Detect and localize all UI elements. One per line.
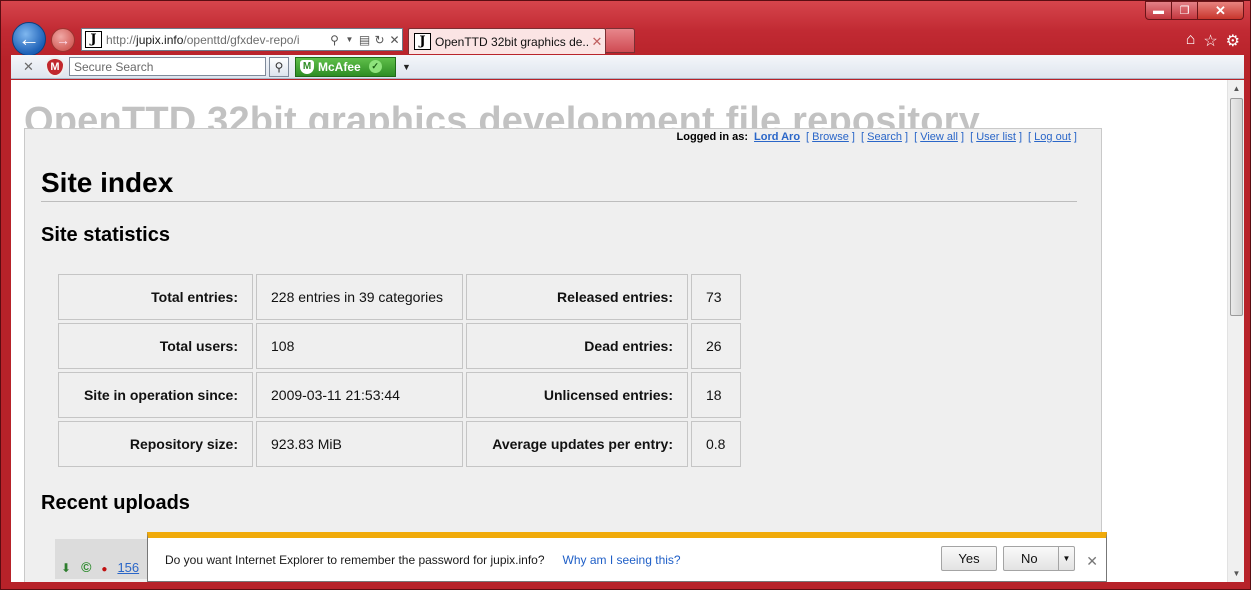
stop-icon[interactable]: ✕: [387, 33, 402, 47]
url-scheme: http://: [106, 32, 137, 47]
stat-value: 228 entries in 39 categories: [256, 274, 463, 320]
search-button[interactable]: ⚲: [269, 56, 289, 77]
browser-command-icons: ⌂ ☆ ⚙: [1186, 31, 1240, 51]
stats-table: Total entries: 228 entries in 39 categor…: [55, 271, 744, 470]
stat-label: Released entries:: [466, 274, 688, 320]
yes-button[interactable]: Yes: [941, 546, 997, 571]
stat-label: Total entries:: [58, 274, 253, 320]
tab-favicon-icon: J: [414, 33, 431, 50]
stat-label: Unlicensed entries:: [466, 372, 688, 418]
dropdown-arrow-icon[interactable]: ▼: [342, 35, 357, 44]
forward-arrow-icon: →: [56, 32, 70, 48]
new-tab-button[interactable]: [606, 28, 635, 53]
notification-buttons: Yes No ▼: [941, 546, 1075, 571]
download-icon[interactable]: ⬇: [61, 561, 71, 575]
compatibility-view-icon[interactable]: ▤: [357, 33, 372, 47]
address-bar[interactable]: J http://jupix.info/openttd/gfxdev-repo/…: [81, 28, 403, 51]
tab-active[interactable]: J OpenTTD 32bit graphics de... ✕: [408, 28, 606, 54]
mcafee-shield-icon: M: [300, 59, 314, 74]
stat-label: Site in operation since:: [58, 372, 253, 418]
stat-label: Repository size:: [58, 421, 253, 467]
page-heading: Site index: [41, 167, 174, 198]
nav-search-link[interactable]: [ Search ]: [861, 131, 908, 143]
address-url[interactable]: http://jupix.info/openttd/gfxdev-repo/i: [106, 33, 327, 47]
mcafee-label: McAfee: [318, 59, 361, 74]
stats-heading: Site statistics: [41, 224, 170, 246]
maximize-button[interactable]: ❐: [1172, 1, 1198, 20]
stat-label: Dead entries:: [466, 323, 688, 369]
username-link[interactable]: Lord Aro: [754, 131, 800, 143]
no-label: No: [1021, 551, 1038, 566]
mcafee-dropdown-icon[interactable]: ▼: [402, 62, 411, 72]
table-row: Total entries: 228 entries in 39 categor…: [58, 274, 741, 320]
stat-value: 108: [256, 323, 463, 369]
magnifier-icon: ⚲: [274, 59, 284, 74]
tools-gear-icon[interactable]: ⚙: [1226, 31, 1240, 51]
stat-value: 73: [691, 274, 741, 320]
stat-value: 26: [691, 323, 741, 369]
url-path: /openttd/gfxdev-repo/i: [183, 32, 300, 47]
stat-value: 923.83 MiB: [256, 421, 463, 467]
no-dropdown-icon[interactable]: ▼: [1058, 547, 1074, 570]
close-toolbar-icon[interactable]: ✕: [23, 59, 37, 75]
window-caption-buttons: ▬ ❐ ✕: [1145, 1, 1244, 20]
stat-value: 18: [691, 372, 741, 418]
url-host: jupix.info: [136, 32, 184, 47]
check-icon: ✓: [368, 60, 382, 73]
mcafee-toolbar: ✕ M Secure Search ⚲ M McAfee ✓ ▼: [11, 55, 1244, 79]
stat-label: Average updates per entry:: [466, 421, 688, 467]
vertical-scrollbar[interactable]: ▲ ▼: [1227, 80, 1244, 582]
recent-upload-link[interactable]: 156: [117, 560, 139, 575]
tab-title: OpenTTD 32bit graphics de...: [435, 34, 589, 49]
nav-user-list-link[interactable]: [ User list ]: [970, 131, 1022, 143]
search-icon[interactable]: ⚲: [327, 33, 342, 47]
user-bar: Logged in as: Lord Aro [ Browse ] [ Sear…: [677, 131, 1077, 143]
forward-button[interactable]: →: [51, 28, 75, 52]
browser-window: ▬ ❐ ✕ ← → J http://jupix.info/openttd/gf…: [0, 0, 1251, 590]
nav-log-out-link[interactable]: [ Log out ]: [1028, 131, 1077, 143]
logged-in-label: Logged in as:: [676, 131, 749, 143]
page-viewport: OpenTTD 32bit graphics development file …: [11, 80, 1244, 582]
back-arrow-icon: ←: [18, 26, 40, 51]
refresh-icon[interactable]: ↻: [372, 33, 387, 47]
stat-value: 0.8: [691, 421, 741, 467]
notification-message: Do you want Internet Explorer to remembe…: [165, 552, 545, 567]
minimize-button[interactable]: ▬: [1145, 1, 1172, 20]
nav-view-all-link[interactable]: [ View all ]: [914, 131, 964, 143]
no-button[interactable]: No ▼: [1003, 546, 1075, 571]
table-row: Total users: 108 Dead entries: 26: [58, 323, 741, 369]
site-favicon-icon: J: [85, 31, 102, 48]
mcafee-logo-icon[interactable]: M: [45, 56, 65, 77]
nav-browse-link[interactable]: [ Browse ]: [806, 131, 855, 143]
close-window-button[interactable]: ✕: [1198, 1, 1244, 20]
mcafee-button[interactable]: M McAfee ✓: [295, 56, 396, 77]
secure-search-input[interactable]: Secure Search: [69, 57, 266, 76]
recent-uploads-heading: Recent uploads: [41, 492, 190, 514]
back-button[interactable]: ←: [12, 22, 46, 56]
home-icon[interactable]: ⌂: [1186, 31, 1196, 51]
heading-divider: [41, 201, 1077, 202]
tab-close-icon[interactable]: ✕: [589, 34, 605, 50]
table-row: Repository size: 923.83 MiB Average upda…: [58, 421, 741, 467]
password-notification-bar: Do you want Internet Explorer to remembe…: [147, 532, 1107, 582]
stat-value: 2009-03-11 21:53:44: [256, 372, 463, 418]
scroll-down-icon[interactable]: ▼: [1228, 565, 1244, 582]
close-notification-icon[interactable]: ✕: [1086, 553, 1098, 570]
table-row: Site in operation since: 2009-03-11 21:5…: [58, 372, 741, 418]
why-link[interactable]: Why am I seeing this?: [563, 553, 681, 567]
scrollbar-thumb[interactable]: [1230, 98, 1243, 316]
license-icon: ©: [81, 559, 92, 575]
scroll-up-icon[interactable]: ▲: [1228, 80, 1244, 97]
favorites-star-icon[interactable]: ☆: [1203, 31, 1217, 51]
status-bullet-icon: ●: [101, 564, 108, 575]
stat-label: Total users:: [58, 323, 253, 369]
content-panel: Logged in as: Lord Aro [ Browse ] [ Sear…: [24, 128, 1102, 582]
